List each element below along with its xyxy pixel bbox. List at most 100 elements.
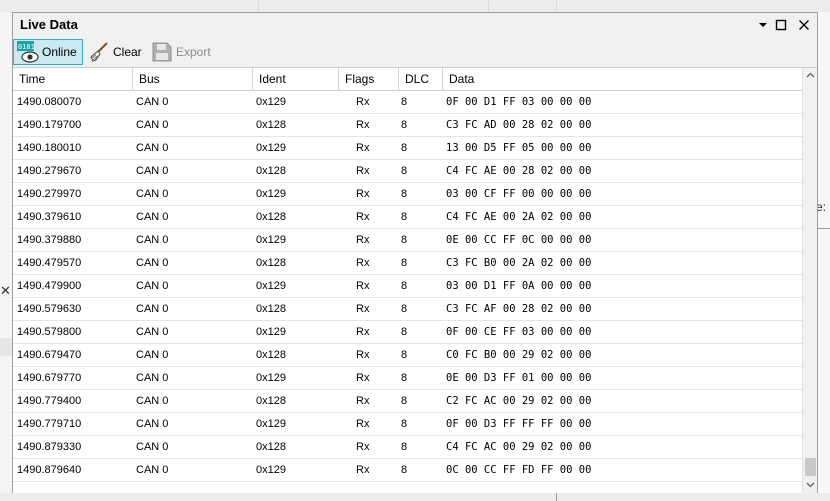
clear-button[interactable]: Clear [85, 39, 145, 65]
broom-icon [87, 40, 111, 64]
background-bottom-strip [0, 493, 830, 501]
table-row[interactable]: 1490.779710 CAN 0 0x129 Rx 8 0F 00 D3 FF FF F… [13, 413, 802, 436]
table-row[interactable]: 1490.180010 CAN 0 0x129 Rx 8 13 00 D5 FF 05 0… [13, 137, 802, 160]
cell-bus: CAN 0 [136, 211, 169, 223]
cell-ident: 0x129 [256, 464, 286, 476]
table-body: 1490.080070 CAN 0 0x129 Rx 8 0F 00 D1 FF 03 0… [13, 91, 802, 482]
column-header-data[interactable]: Data [443, 68, 802, 90]
cell-dlc: 8 [401, 326, 408, 338]
panel-titlebar: Live Data [13, 13, 817, 37]
cell-flags: Rx [356, 418, 370, 430]
cell-flags: Rx [356, 165, 370, 177]
cell-time: 1490.779400 [17, 395, 82, 407]
table-row[interactable]: 1490.579800 CAN 0 0x129 Rx 8 0F 00 CE FF 03 0… [13, 321, 802, 344]
cell-data: 0F 00 D1 FF 03 00 00 00 [446, 96, 592, 108]
cell-flags: Rx [356, 234, 370, 246]
background-divider [556, 493, 557, 501]
cell-ident: 0x129 [256, 142, 286, 154]
cell-data: C3 FC B0 00 2A 02 00 00 [446, 257, 592, 269]
cell-time: 1490.579630 [17, 303, 82, 315]
cell-data: 03 00 CF FF 00 00 00 00 [446, 188, 592, 200]
cell-dlc: 8 [401, 142, 408, 154]
table-row[interactable]: 1490.279970 CAN 0 0x129 Rx 8 03 00 CF FF 00 0… [13, 183, 802, 206]
background-divider [488, 0, 489, 12]
cell-dlc: 8 [401, 234, 408, 246]
cell-ident: 0x128 [256, 211, 286, 223]
table-row[interactable]: 1490.179700 CAN 0 0x128 Rx 8 C3 FC AD 00 28 0… [13, 114, 802, 137]
scroll-up-icon[interactable] [805, 70, 816, 81]
table-row[interactable]: 1490.379880 CAN 0 0x129 Rx 8 0E 00 CC FF 0C 0… [13, 229, 802, 252]
cell-bus: CAN 0 [136, 280, 169, 292]
column-header-flags[interactable]: Flags [339, 68, 399, 90]
clear-label: Clear [113, 45, 142, 59]
floppy-disk-icon [150, 40, 174, 64]
cell-ident: 0x128 [256, 395, 286, 407]
table-row[interactable]: 1490.379610 CAN 0 0x128 Rx 8 C4 FC AE 00 2A 0… [13, 206, 802, 229]
cell-flags: Rx [356, 96, 370, 108]
cell-bus: CAN 0 [136, 257, 169, 269]
table-row[interactable]: 1490.879640 CAN 0 0x129 Rx 8 0C 00 CC FF FD F… [13, 459, 802, 482]
dropdown-arrow-icon[interactable] [754, 16, 772, 34]
cell-dlc: 8 [401, 96, 408, 108]
cell-ident: 0x128 [256, 349, 286, 361]
table-row[interactable]: 1490.279670 CAN 0 0x128 Rx 8 C4 FC AE 00 28 0… [13, 160, 802, 183]
panel-title: Live Data [20, 17, 78, 32]
cell-flags: Rx [356, 464, 370, 476]
cell-time: 1490.679470 [17, 349, 82, 361]
toolbar: 0101 Online Clear Export [13, 37, 817, 67]
cell-data: C4 FC AC 00 29 02 00 00 [446, 441, 592, 453]
table-header: Time Bus Ident Flags DLC Data [13, 68, 802, 91]
cell-bus: CAN 0 [136, 326, 169, 338]
table-row[interactable]: 1490.479570 CAN 0 0x128 Rx 8 C3 FC B0 00 2A 0… [13, 252, 802, 275]
table-row[interactable]: 1490.080070 CAN 0 0x129 Rx 8 0F 00 D1 FF 03 0… [13, 91, 802, 114]
column-header-dlc[interactable]: DLC [399, 68, 443, 90]
cell-flags: Rx [356, 280, 370, 292]
export-button[interactable]: Export [148, 39, 214, 65]
cell-bus: CAN 0 [136, 119, 169, 131]
cell-data: 0F 00 CE FF 03 00 00 00 [446, 326, 592, 338]
cell-time: 1490.379880 [17, 234, 82, 246]
cell-flags: Rx [356, 188, 370, 200]
cell-time: 1490.679770 [17, 372, 82, 384]
close-icon[interactable] [795, 16, 813, 34]
cell-dlc: 8 [401, 395, 408, 407]
cell-ident: 0x129 [256, 188, 286, 200]
live-data-table[interactable]: Time Bus Ident Flags DLC Data 1490.08007… [13, 67, 817, 493]
cell-time: 1490.879330 [17, 441, 82, 453]
table-row[interactable]: 1490.779400 CAN 0 0x128 Rx 8 C2 FC AC 00 29 0… [13, 390, 802, 413]
cell-ident: 0x129 [256, 372, 286, 384]
cell-data: C3 FC AF 00 28 02 00 00 [446, 303, 592, 315]
cell-flags: Rx [356, 257, 370, 269]
table-row[interactable]: 1490.679770 CAN 0 0x129 Rx 8 0E 00 D3 FF 01 0… [13, 367, 802, 390]
background-divider [258, 0, 259, 12]
cell-time: 1490.379610 [17, 211, 82, 223]
vertical-scrollbar[interactable] [802, 68, 817, 493]
scrollbar-thumb[interactable] [805, 458, 816, 476]
cell-time: 1490.779710 [17, 418, 82, 430]
cell-flags: Rx [356, 119, 370, 131]
cell-dlc: 8 [401, 211, 408, 223]
cell-flags: Rx [356, 395, 370, 407]
svg-text:0101: 0101 [18, 43, 35, 51]
maximize-icon[interactable] [772, 16, 790, 34]
cell-time: 1490.279670 [17, 165, 82, 177]
cell-time: 1490.579800 [17, 326, 82, 338]
online-button[interactable]: 0101 Online [13, 39, 83, 65]
table-row[interactable]: 1490.479900 CAN 0 0x129 Rx 8 03 00 D1 FF 0A 0… [13, 275, 802, 298]
cell-bus: CAN 0 [136, 418, 169, 430]
cell-ident: 0x129 [256, 96, 286, 108]
scroll-down-icon[interactable] [805, 479, 816, 490]
column-header-bus[interactable]: Bus [133, 68, 253, 90]
background-right-strip [818, 12, 830, 501]
table-row[interactable]: 1490.879330 CAN 0 0x128 Rx 8 C4 FC AC 00 29 0… [13, 436, 802, 459]
cell-ident: 0x128 [256, 165, 286, 177]
cell-time: 1490.180010 [17, 142, 82, 154]
table-row[interactable]: 1490.679470 CAN 0 0x128 Rx 8 C0 FC B0 00 29 0… [13, 344, 802, 367]
column-header-time[interactable]: Time [13, 68, 133, 90]
column-header-ident[interactable]: Ident [253, 68, 339, 90]
cell-dlc: 8 [401, 441, 408, 453]
background-close-icon: ✕ [0, 283, 11, 298]
table-row[interactable]: 1490.579630 CAN 0 0x128 Rx 8 C3 FC AF 00 28 0… [13, 298, 802, 321]
online-icon: 0101 [16, 40, 40, 64]
cell-data: 0E 00 CC FF 0C 00 00 00 [446, 234, 592, 246]
